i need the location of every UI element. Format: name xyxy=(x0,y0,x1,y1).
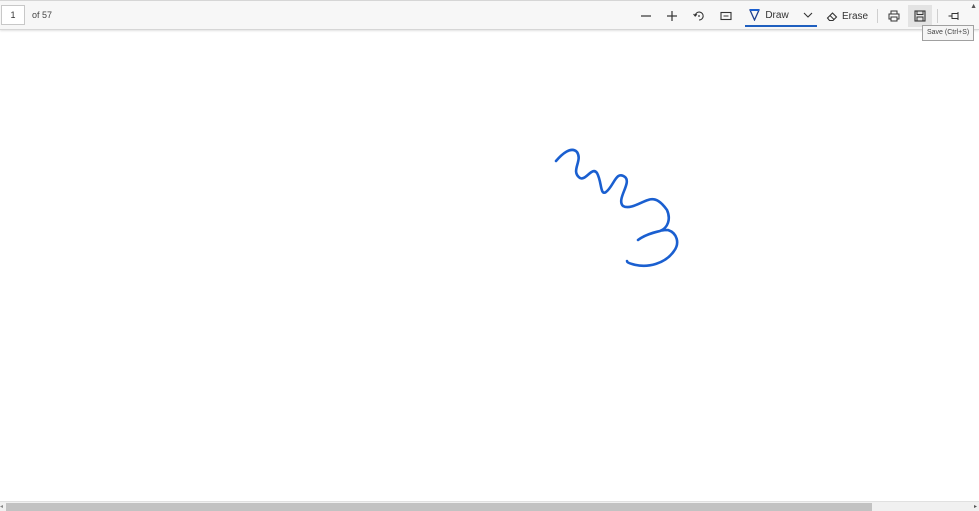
printer-icon xyxy=(888,10,900,22)
pen-icon xyxy=(749,9,761,21)
fit-page-button[interactable] xyxy=(716,5,736,27)
plus-icon xyxy=(667,11,677,21)
chevron-down-icon[interactable] xyxy=(803,11,813,19)
zoom-in-button[interactable] xyxy=(662,5,682,27)
scroll-left-arrow[interactable]: ◂ xyxy=(0,503,3,511)
fit-page-icon xyxy=(720,11,732,21)
pin-toolbar-button[interactable] xyxy=(944,5,964,27)
pin-icon xyxy=(948,12,958,20)
floppy-disk-icon xyxy=(914,10,926,22)
zoom-out-button[interactable] xyxy=(636,5,656,27)
page-number-input[interactable]: 1 xyxy=(1,5,25,25)
minus-icon xyxy=(641,15,651,17)
save-button[interactable] xyxy=(908,5,932,27)
scroll-up-arrow[interactable]: ▲ xyxy=(970,3,977,10)
rotate-button[interactable] xyxy=(689,5,709,27)
toolbar-divider xyxy=(877,9,878,23)
erase-label: Erase xyxy=(841,10,869,22)
eraser-icon xyxy=(826,11,838,21)
print-button[interactable] xyxy=(884,5,904,27)
horizontal-scrollbar[interactable]: ◂ ▸ xyxy=(0,501,979,511)
pdf-viewer: 1 of 57 Draw Erase ▲ Save (Ctrl+S) ◂ ▸ xyxy=(0,0,979,511)
draw-button[interactable]: Draw xyxy=(745,5,817,27)
erase-button[interactable]: Erase xyxy=(825,5,869,27)
document-page[interactable] xyxy=(0,30,979,501)
toolbar: 1 of 57 Draw Erase ▲ xyxy=(0,0,979,30)
page-count-label: of 57 xyxy=(32,10,53,20)
save-tooltip: Save (Ctrl+S) xyxy=(922,25,975,41)
ink-stroke[interactable] xyxy=(554,148,679,268)
draw-label: Draw xyxy=(765,9,789,21)
scroll-right-arrow[interactable]: ▸ xyxy=(974,503,977,511)
horizontal-scrollbar-thumb[interactable] xyxy=(6,503,872,511)
toolbar-divider xyxy=(937,9,938,23)
rotate-icon xyxy=(693,11,704,21)
